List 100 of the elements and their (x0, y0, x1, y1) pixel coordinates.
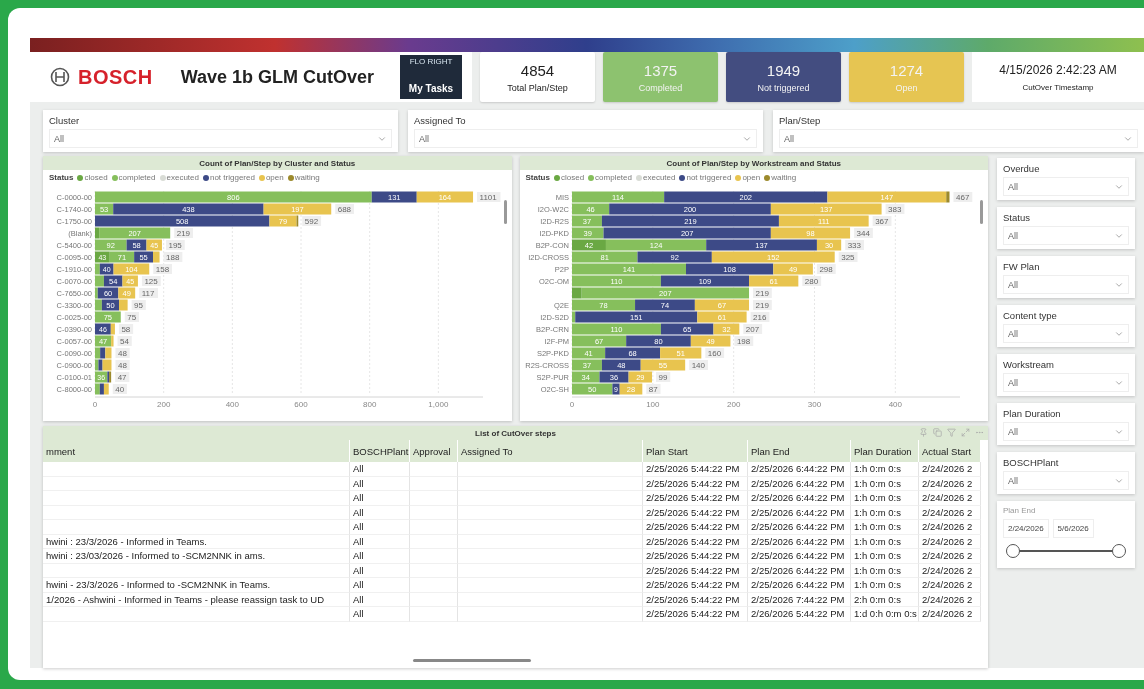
dropdown-field[interactable]: All (414, 129, 757, 148)
total-label: 383 (885, 204, 904, 214)
total-label: 160 (704, 348, 724, 358)
axis-label: 200 (157, 400, 171, 409)
dropdown-field[interactable]: All (1003, 226, 1129, 245)
table-cell: 2/25/2026 5:44:22 PM (643, 563, 748, 578)
table-cell: 2/25/2026 5:44:22 PM (643, 520, 748, 535)
dropdown-field[interactable]: All (1003, 324, 1129, 343)
table-cell: 2/25/2026 6:44:22 PM (748, 476, 851, 491)
my-tasks-button[interactable]: My Tasks (408, 83, 454, 97)
column-header[interactable]: mment (43, 440, 350, 462)
slicer-label: FW Plan (1003, 261, 1041, 272)
legend-label: executed (643, 173, 676, 182)
legend-label: completed (595, 173, 632, 182)
total-label: 367 (872, 216, 891, 226)
chart-title: Count of Plan/Step by Cluster and Status (43, 156, 512, 170)
table-cell: hwini - 23/3/2026 - Informed to -SCM2NNK in Teams. (43, 578, 350, 593)
scrollbar[interactable] (980, 200, 983, 224)
legend-label: open (265, 173, 284, 182)
table-cell: 2/24/2026 2 (919, 549, 981, 564)
empty-cell (410, 534, 458, 549)
slicer-label: Plan Duration (1003, 408, 1062, 419)
table-cell: All (350, 462, 410, 477)
table-cell: 2/24/2026 2 (919, 578, 981, 593)
table-cell: 2/24/2026 2 (919, 592, 981, 607)
slicer-label: Plan End (1003, 506, 1037, 515)
total-label: 333 (844, 240, 864, 250)
table-cell: 2/26/2026 5:44:22 PM (748, 607, 851, 622)
column-header[interactable]: BOSCHPlant (350, 440, 410, 462)
table-cell: 2/24/2026 2 (919, 505, 981, 520)
slider-thumb[interactable] (1112, 544, 1126, 558)
total-label: 195 (165, 240, 185, 250)
empty-cell (410, 592, 458, 607)
table-cell: 2/24/2026 2 (919, 563, 981, 578)
table-cell: All (350, 592, 410, 607)
table-cell: All (350, 549, 410, 564)
slicer-label: Assigned To (414, 115, 467, 126)
table-cell: All (350, 563, 410, 578)
total-label: 219 (174, 228, 193, 238)
date-field[interactable]: 5/6/2026 (1052, 519, 1094, 538)
legend-label: waiting (771, 173, 797, 182)
dropdown-field[interactable]: All (1003, 471, 1129, 490)
table-cell: 2/25/2026 5:44:22 PM (643, 549, 748, 564)
table-cell: 2/25/2026 6:44:22 PM (748, 462, 851, 477)
table-cell: 1:h 0:m 0:s (851, 491, 919, 506)
table-cell: 1:d 0:h 0:m 0:s (851, 607, 919, 622)
column-header[interactable]: Assigned To (458, 440, 643, 462)
total-label: 48 (115, 348, 130, 358)
table-cell: 2/25/2026 5:44:22 PM (643, 462, 748, 477)
table-cell: All (350, 505, 410, 520)
total-label: 95 (131, 300, 146, 310)
logo-text: FLO RIGHT (409, 57, 453, 66)
dropdown-field[interactable]: All (1003, 422, 1129, 441)
column-header[interactable]: Plan End (748, 440, 851, 462)
slider-thumb[interactable] (1006, 544, 1020, 558)
legend-label: not triggered (686, 173, 732, 182)
dropdown-field[interactable]: All (1003, 177, 1129, 196)
total-label: 216 (750, 312, 769, 322)
total-label: 219 (752, 288, 772, 298)
axis-label: 0 (569, 400, 574, 409)
legend-label: waiting (294, 173, 320, 182)
column-header[interactable]: Approval (410, 440, 458, 462)
copy-icon[interactable] (933, 428, 942, 437)
expand-icon[interactable] (961, 428, 970, 437)
table-cell: 1:h 0:m 0:s (851, 505, 919, 520)
total-label: 298 (816, 264, 836, 274)
legend-label: not triggered (209, 173, 255, 182)
column-header[interactable]: Plan Start (643, 440, 748, 462)
column-header[interactable]: Plan Duration (851, 440, 919, 462)
total-label: 188 (163, 252, 183, 262)
table-cell: 1:h 0:m 0:s (851, 520, 919, 535)
total-label: 54 (117, 336, 132, 346)
more-icon[interactable] (975, 428, 984, 437)
dropdown-field[interactable]: All (1003, 275, 1129, 294)
axis-label: 400 (888, 400, 902, 409)
table-cell: 2/25/2026 5:44:22 PM (643, 476, 748, 491)
table-cell: 1:h 0:m 0:s (851, 476, 919, 491)
table-cell: 2/24/2026 2 (919, 534, 981, 549)
table-cell: 2/25/2026 5:44:22 PM (643, 578, 748, 593)
date-field[interactable]: 2/24/2026 (1003, 519, 1049, 538)
table-cell: 1:h 0:m 0:s (851, 462, 919, 477)
total-label: 219 (752, 300, 772, 310)
kpi-label: Open (895, 82, 918, 93)
dropdown-field[interactable]: All (1003, 373, 1129, 392)
filter-icon[interactable] (947, 428, 956, 437)
range-slider[interactable] (1007, 544, 1125, 558)
empty-cell (410, 549, 458, 564)
legend-label: open (742, 173, 761, 182)
legend-title: Status (49, 173, 74, 182)
empty-cell (410, 520, 458, 535)
scrollbar[interactable] (503, 200, 507, 224)
pin-icon[interactable] (919, 428, 928, 437)
dropdown-field[interactable]: All (49, 129, 392, 148)
total-label: 688 (335, 204, 355, 214)
dashboard-title: Wave 1b GLM CutOver (180, 66, 376, 88)
table-cell: 2/24/2026 2 (919, 520, 981, 535)
scrollbar[interactable] (413, 659, 531, 662)
column-header[interactable]: Actual Start (919, 440, 981, 462)
table-cell: 2/25/2026 6:44:22 PM (748, 505, 851, 520)
dropdown-field[interactable]: All (779, 129, 1138, 148)
